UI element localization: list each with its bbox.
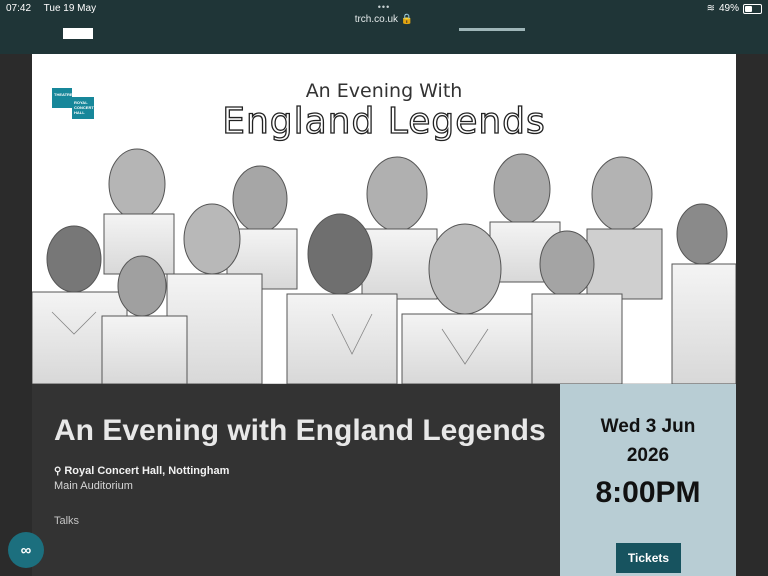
schedule-panel: Wed 3 Jun 2026 8:00PM Tickets xyxy=(560,384,736,576)
battery-icon xyxy=(743,3,762,14)
wifi-icon: ≋ xyxy=(706,3,715,14)
battery-percent: 49% xyxy=(718,3,739,14)
player-figures xyxy=(32,148,736,384)
event-hero-image: THEATRE ROYAL ROYAL CONCERT HALL An Even… xyxy=(32,54,736,384)
event-time: 8:00PM xyxy=(595,476,701,509)
event-title: An Evening with England Legends xyxy=(54,414,546,447)
hall-name: Main Auditorium xyxy=(54,480,133,492)
lock-icon: 🔒 xyxy=(400,14,414,25)
poster-subtitle: An Evening With xyxy=(305,80,463,102)
location-pin-icon: ⚲ xyxy=(54,465,62,477)
link-icon[interactable]: ∞ xyxy=(8,532,44,568)
page-gutter xyxy=(736,54,768,576)
url-text: trch.co.uk xyxy=(354,14,399,25)
event-date-day: Wed 3 Jun xyxy=(600,416,696,437)
event-category[interactable]: Talks xyxy=(54,515,79,527)
status-bar: 07:42 Tue 19 May ••• trch.co.uk 🔒 ≋ 49% xyxy=(0,0,768,28)
site-logo[interactable] xyxy=(63,28,93,39)
multitask-dots-icon[interactable]: ••• xyxy=(0,2,768,12)
event-date: Wed 3 Jun 2026 xyxy=(560,412,736,470)
venue-name: Royal Concert Hall, Nottingham xyxy=(64,465,230,477)
event-info-panel: An Evening with England Legends ⚲ Royal … xyxy=(32,384,560,576)
site-header xyxy=(0,28,768,54)
header-nav-button[interactable] xyxy=(459,28,525,31)
battery-fill xyxy=(745,5,752,12)
event-date-year: 2026 xyxy=(626,445,670,466)
tickets-button[interactable]: Tickets xyxy=(616,543,681,573)
venue-line[interactable]: ⚲ Royal Concert Hall, Nottingham xyxy=(54,465,229,477)
address-bar[interactable]: trch.co.uk 🔒 xyxy=(0,14,768,25)
poster-title: England Legends xyxy=(222,100,546,142)
